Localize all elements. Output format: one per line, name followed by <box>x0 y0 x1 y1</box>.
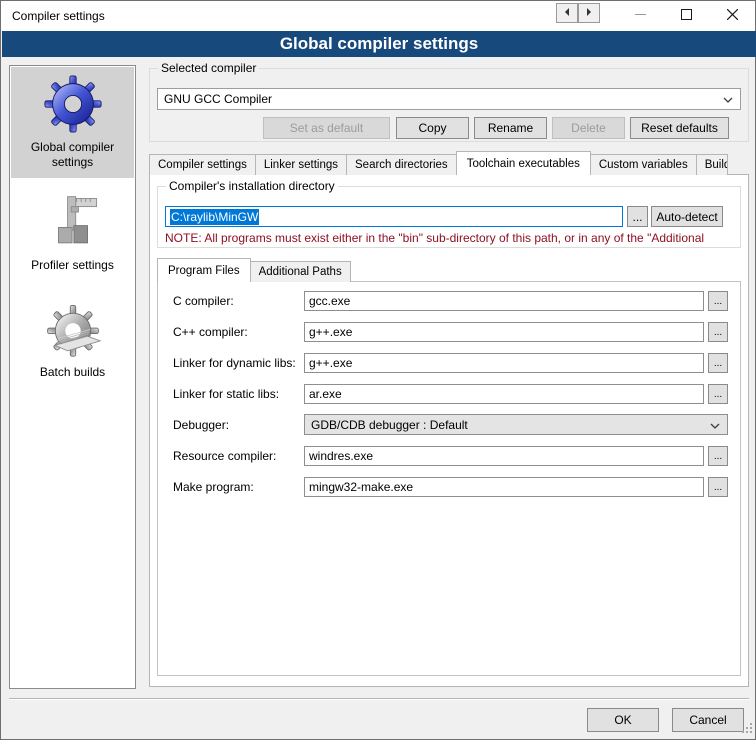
debugger-select-value: GDB/CDB debugger : Default <box>311 418 468 432</box>
group-label: Selected compiler <box>158 61 259 75</box>
tab-custom-variables[interactable]: Custom variables <box>590 154 697 175</box>
tab-scroll-right-button[interactable] <box>578 3 600 23</box>
sidebar-item-batch-builds[interactable]: Batch builds <box>11 282 134 388</box>
compiler-select[interactable]: GNU GCC Compiler <box>157 88 741 110</box>
sidebar-item-label: Global compiler settings <box>11 136 134 178</box>
c-compiler-input[interactable]: gcc.exe <box>304 291 704 311</box>
note-text: NOTE: All programs must exist either in … <box>165 231 742 246</box>
main-tabstrip: Compiler settings Linker settings Search… <box>149 151 727 175</box>
arrow-left-icon <box>563 6 571 20</box>
subtab-additional-paths[interactable]: Additional Paths <box>250 261 351 282</box>
group-label: Compiler's installation directory <box>166 179 338 193</box>
sidebar-item-label: Batch builds <box>11 361 134 388</box>
tab-toolchain-executables[interactable]: Toolchain executables <box>456 151 591 175</box>
maximize-icon <box>681 9 692 23</box>
browse-make-program-button[interactable]: ... <box>708 477 728 497</box>
installation-directory-input[interactable]: C:\raylib\MinGW <box>165 206 623 227</box>
tab-search-directories[interactable]: Search directories <box>346 154 457 175</box>
sub-tabstrip: Program Files Additional Paths <box>157 258 350 282</box>
chevron-down-icon <box>723 92 733 106</box>
tab-build-options[interactable]: Build options <box>696 154 728 175</box>
footer-separator <box>9 698 749 700</box>
reset-defaults-button[interactable]: Reset defaults <box>630 117 729 139</box>
copy-button[interactable]: Copy <box>396 117 469 139</box>
cancel-button[interactable]: Cancel <box>672 708 744 732</box>
set-as-default-button[interactable]: Set as default <box>263 117 390 139</box>
field-label-dynamic-linker: Linker for dynamic libs: <box>173 356 296 370</box>
chevron-down-icon <box>710 418 720 432</box>
field-label-debugger: Debugger: <box>173 418 229 432</box>
maximize-button[interactable] <box>663 1 709 30</box>
gray-gear-stack-icon <box>11 300 134 361</box>
caliper-icon <box>11 193 134 254</box>
tab-linker-settings[interactable]: Linker settings <box>255 154 347 175</box>
sidebar-item-profiler-settings[interactable]: Profiler settings <box>11 179 134 281</box>
field-label-cpp-compiler: C++ compiler: <box>173 325 248 339</box>
debugger-select[interactable]: GDB/CDB debugger : Default <box>304 414 728 435</box>
page-title: Global compiler settings <box>2 31 756 57</box>
browse-static-linker-button[interactable]: ... <box>708 384 728 404</box>
field-label-static-linker: Linker for static libs: <box>173 387 279 401</box>
field-label-make-program: Make program: <box>173 480 254 494</box>
subtab-program-files[interactable]: Program Files <box>157 258 251 282</box>
close-icon <box>727 9 738 23</box>
make-program-input[interactable]: mingw32-make.exe <box>304 477 704 497</box>
tab-compiler-settings[interactable]: Compiler settings <box>149 154 256 175</box>
dynamic-linker-input[interactable]: g++.exe <box>304 353 704 373</box>
resource-compiler-input[interactable]: windres.exe <box>304 446 704 466</box>
blue-gear-icon <box>11 75 134 136</box>
auto-detect-button[interactable]: Auto-detect <box>651 206 723 227</box>
rename-button[interactable]: Rename <box>474 117 547 139</box>
cpp-compiler-input[interactable]: g++.exe <box>304 322 704 342</box>
field-label-resource-compiler: Resource compiler: <box>173 449 276 463</box>
installation-directory-value: C:\raylib\MinGW <box>170 209 259 225</box>
ok-button[interactable]: OK <box>587 708 659 732</box>
minimize-button[interactable] <box>617 1 663 30</box>
sidebar-item-label: Profiler settings <box>11 254 134 281</box>
static-linker-input[interactable]: ar.exe <box>304 384 704 404</box>
browse-dynamic-linker-button[interactable]: ... <box>708 353 728 373</box>
field-label-c-compiler: C compiler: <box>173 294 234 308</box>
settings-category-list: Global compiler settings Profiler settin… <box>9 65 136 689</box>
resize-grip-icon[interactable] <box>741 722 753 737</box>
window-title: Compiler settings <box>1 9 105 23</box>
close-button[interactable] <box>709 1 755 30</box>
arrow-right-icon <box>585 6 593 20</box>
tab-scroll-left-button[interactable] <box>556 3 578 23</box>
titlebar: Compiler settings <box>1 1 755 31</box>
browse-resource-compiler-button[interactable]: ... <box>708 446 728 466</box>
delete-button[interactable]: Delete <box>552 117 625 139</box>
compiler-select-value: GNU GCC Compiler <box>164 92 272 106</box>
compiler-settings-dialog: Compiler settings Global compiler settin… <box>0 0 756 740</box>
browse-cpp-compiler-button[interactable]: ... <box>708 322 728 342</box>
sidebar-item-global-compiler-settings[interactable]: Global compiler settings <box>11 67 134 178</box>
browse-c-compiler-button[interactable]: ... <box>708 291 728 311</box>
minimize-icon <box>635 9 646 23</box>
browse-directory-button[interactable]: ... <box>627 206 648 227</box>
